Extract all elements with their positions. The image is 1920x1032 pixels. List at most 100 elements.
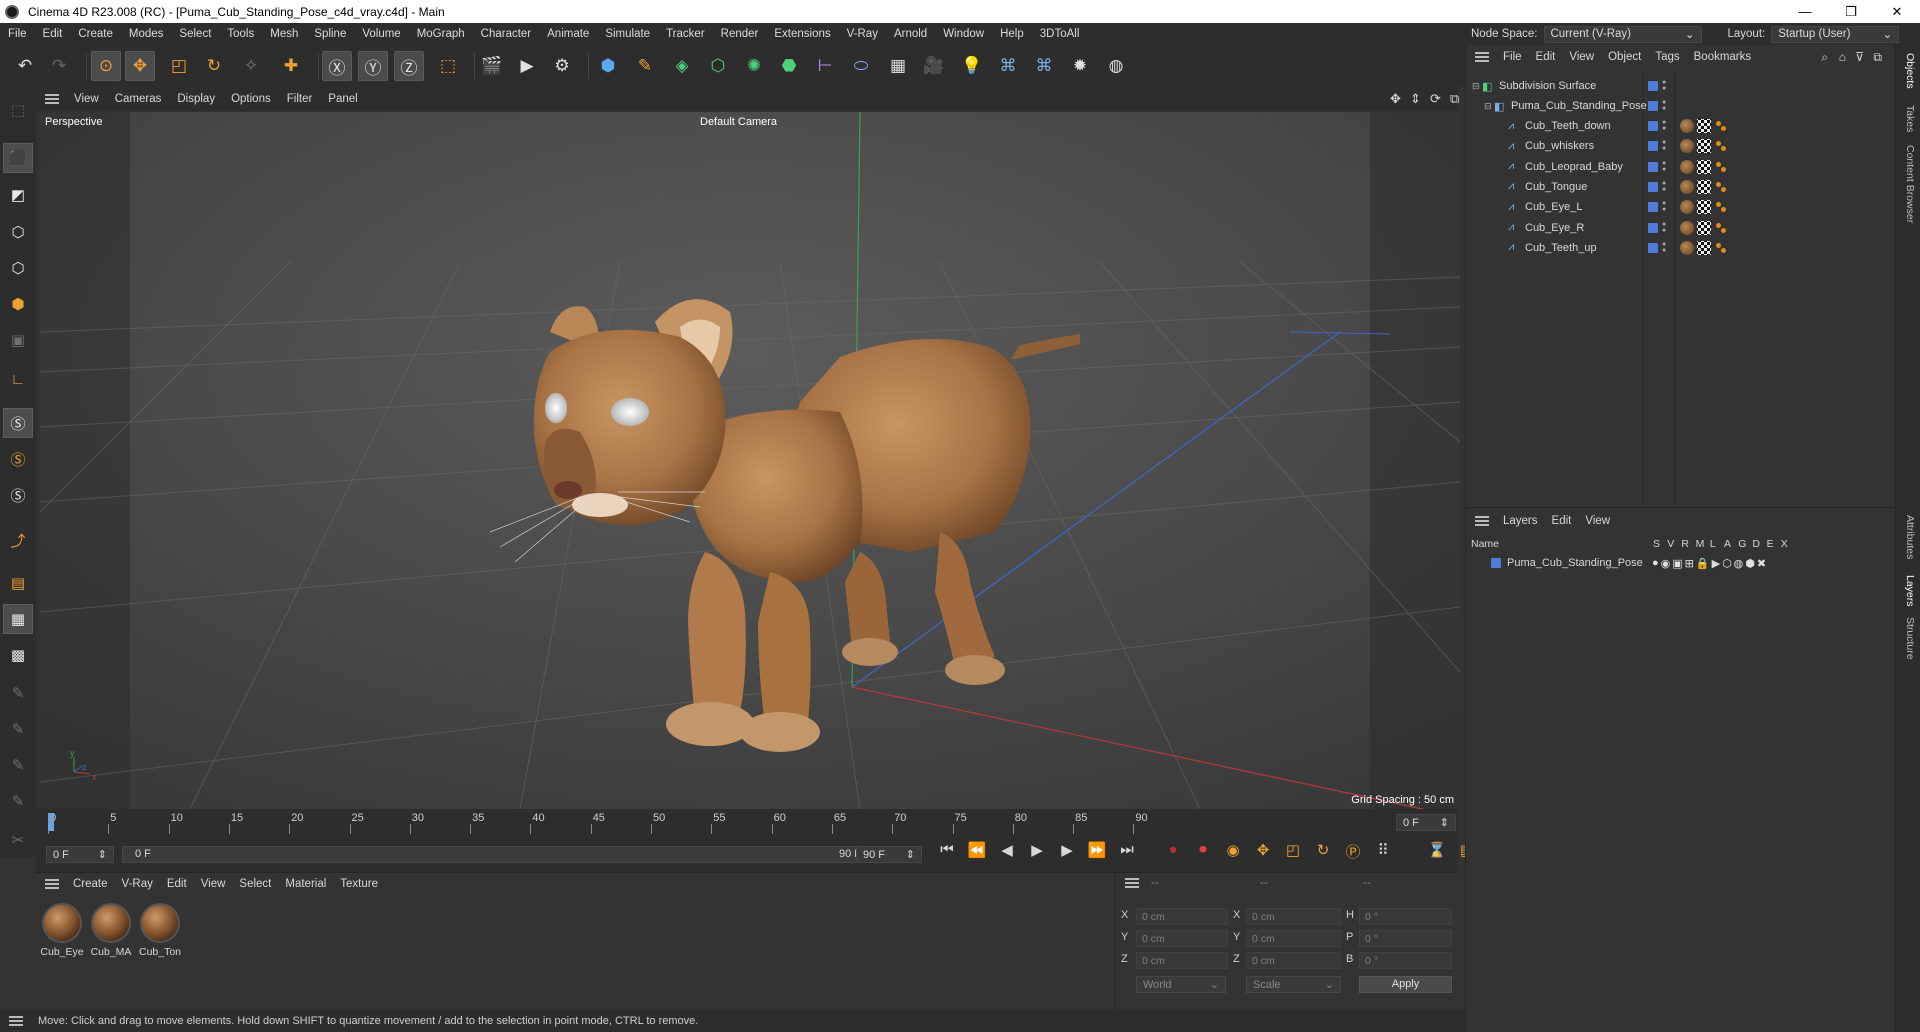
material-tag-icon[interactable] [1680, 240, 1694, 255]
phong-tag-icon[interactable] [1714, 241, 1728, 255]
uvw-tag-icon[interactable] [1697, 200, 1711, 215]
menu-select[interactable]: Select [171, 28, 219, 40]
paint-icon[interactable]: ✎ [3, 678, 33, 708]
extrude-icon[interactable]: ⬡ [703, 51, 733, 81]
rotation-b-field[interactable]: 0 ° [1359, 952, 1452, 969]
next-frame-icon[interactable]: ▶ [1054, 841, 1080, 862]
menu-animate[interactable]: Animate [539, 28, 597, 40]
python-script-icon[interactable]: ⌘ [1029, 51, 1059, 81]
menu-create[interactable]: Create [70, 28, 121, 40]
mat-vray-menu[interactable]: V-Ray [115, 878, 160, 890]
layer-column-header[interactable]: M [1696, 538, 1705, 550]
layer-row[interactable]: Puma_Cub_Standing_Pose ● ◉ ▣ ⊞ 🔒 ▶ ⬡ ◍ ⬢… [1466, 553, 1896, 573]
tweak-mode-icon[interactable]: ⤴ [3, 525, 33, 555]
visibility-dots-icon[interactable]: ● ● [1662, 180, 1666, 193]
hamburger-menu-icon[interactable] [1125, 878, 1139, 888]
scale-x-field[interactable]: 0 cm [1246, 908, 1341, 925]
mat-select-menu[interactable]: Select [232, 878, 278, 890]
menu-spline[interactable]: Spline [306, 28, 354, 40]
layer-color-swatch[interactable] [1648, 161, 1658, 172]
close-button[interactable]: ✕ [1874, 0, 1920, 23]
vray-globe-icon[interactable]: ◍ [1101, 51, 1131, 81]
tab-structure[interactable]: Structure [1904, 617, 1916, 660]
y-axis-lock-icon[interactable]: Ⓨ [358, 51, 388, 81]
tab-content-browser[interactable]: Content Browser [1904, 145, 1916, 223]
obj-view-menu[interactable]: View [1562, 51, 1601, 63]
timeline-window-icon[interactable]: ⌛ [1424, 841, 1450, 862]
deformer-icon[interactable]: ⊢ [810, 51, 840, 81]
new-window-icon[interactable]: ⧉ [1866, 50, 1889, 65]
axis-mode-icon[interactable]: ∟ [3, 364, 33, 394]
key-position-icon[interactable]: ✥ [1250, 841, 1276, 862]
layout-dropdown[interactable]: Startup (User) ⌄ [1771, 25, 1900, 43]
previous-key-icon[interactable]: ⏪ [964, 841, 990, 862]
cameras-menu[interactable]: Cameras [107, 93, 170, 105]
menu-mograph[interactable]: MoGraph [409, 28, 473, 40]
scale-z-field[interactable]: 0 cm [1246, 952, 1341, 969]
object-row[interactable]: ⩘ Cub_Leoprad_Baby ● ● [1466, 157, 1896, 177]
layer-column-header[interactable]: S [1653, 538, 1660, 550]
material-swatch[interactable]: Cub_MA [89, 903, 133, 958]
layer-column-header[interactable]: L [1710, 538, 1716, 550]
previous-frame-icon[interactable]: ◀ [994, 841, 1020, 862]
texture-mode-icon[interactable]: ◩ [3, 180, 33, 210]
menu-modes[interactable]: Modes [121, 28, 172, 40]
layer-xref-icon[interactable]: ✖ [1757, 557, 1766, 570]
visibility-dots-icon[interactable]: ● ● [1662, 221, 1666, 234]
material-tag-icon[interactable] [1680, 139, 1694, 154]
material-tag-icon[interactable] [1680, 200, 1694, 215]
layer-manager-icon[interactable]: ⊞ [1685, 557, 1694, 570]
display-menu[interactable]: Display [169, 93, 223, 105]
make-editable-icon[interactable]: ⬚ [3, 95, 33, 125]
size-mode-dropdown[interactable]: Scale ⌄ [1246, 976, 1341, 993]
hamburger-menu-icon[interactable] [45, 879, 59, 889]
timeline-ruler[interactable]: 051015202530354045505560657075808590 0 F… [36, 809, 1458, 837]
workplane-grid-icon[interactable]: ▦ [3, 604, 33, 634]
layer-column-header[interactable]: G [1738, 538, 1746, 550]
mat-edit-menu[interactable]: Edit [160, 878, 194, 890]
toggle-view-icon[interactable]: ⧉ [1442, 91, 1467, 107]
apply-button[interactable]: Apply [1359, 976, 1452, 993]
uvw-tag-icon[interactable] [1697, 220, 1711, 235]
uvw-tag-icon[interactable] [1697, 119, 1711, 133]
pen-spline-icon[interactable]: ✎ [630, 51, 660, 81]
material-swatch[interactable]: Cub_Eye [40, 903, 84, 958]
nodespace-dropdown[interactable]: Current (V-Ray) ⌄ [1543, 25, 1702, 43]
rotation-p-field[interactable]: 0 ° [1359, 930, 1452, 947]
phong-tag-icon[interactable] [1714, 139, 1728, 153]
layer-column-header[interactable]: E [1767, 538, 1774, 550]
edges-mode-icon[interactable]: ⬡ [3, 253, 33, 283]
preview-range-slider[interactable]: 0 F 90 F [122, 846, 872, 863]
current-frame-field[interactable]: 0 F ⇕ [1396, 814, 1456, 831]
field-icon[interactable]: ⬭ [846, 51, 876, 81]
tab-layers[interactable]: Layers [1904, 575, 1916, 607]
uvw-tag-icon[interactable] [1697, 139, 1711, 154]
points-mode-icon[interactable]: ⬡ [3, 217, 33, 247]
render-picture-viewer-icon[interactable]: ▶ [512, 51, 542, 81]
layer-column-header[interactable]: D [1752, 538, 1760, 550]
layer-column-header[interactable]: A [1724, 538, 1731, 550]
material-tag-icon[interactable] [1680, 220, 1694, 235]
key-scale-icon[interactable]: ◰ [1280, 841, 1306, 862]
knife-icon[interactable]: ✂ [3, 825, 33, 855]
layer-color-swatch[interactable] [1491, 558, 1501, 568]
key-parameter-icon[interactable]: Ⓟ [1340, 841, 1366, 862]
menu-edit[interactable]: Edit [35, 28, 71, 40]
object-row[interactable]: ⩘ Cub_Tongue ● ● [1466, 177, 1896, 197]
mograph-icon[interactable]: ⬣ [774, 51, 804, 81]
visibility-dots-icon[interactable]: ● ● [1662, 119, 1666, 132]
viewport-perspective[interactable]: y z x Perspective Default Camera Grid Sp… [40, 112, 1460, 809]
model-mode-icon[interactable]: ⬛ [3, 143, 33, 173]
layer-color-swatch[interactable] [1648, 141, 1658, 152]
floor-icon[interactable]: ▦ [883, 51, 913, 81]
mat-view-menu[interactable]: View [194, 878, 233, 890]
layer-column-header[interactable]: R [1681, 538, 1689, 550]
position-y-field[interactable]: 0 cm [1136, 930, 1228, 947]
go-to-end-icon[interactable]: ⏭ [1114, 841, 1140, 862]
rotation-h-field[interactable]: 0 ° [1359, 908, 1452, 925]
camera-label[interactable]: Default Camera [700, 116, 777, 128]
layer-generators-icon[interactable]: ⬡ [1722, 557, 1732, 570]
material-swatch[interactable]: Cub_Ton [138, 903, 182, 958]
uvw-tag-icon[interactable] [1697, 179, 1711, 194]
z-axis-lock-icon[interactable]: Ⓩ [394, 51, 424, 81]
